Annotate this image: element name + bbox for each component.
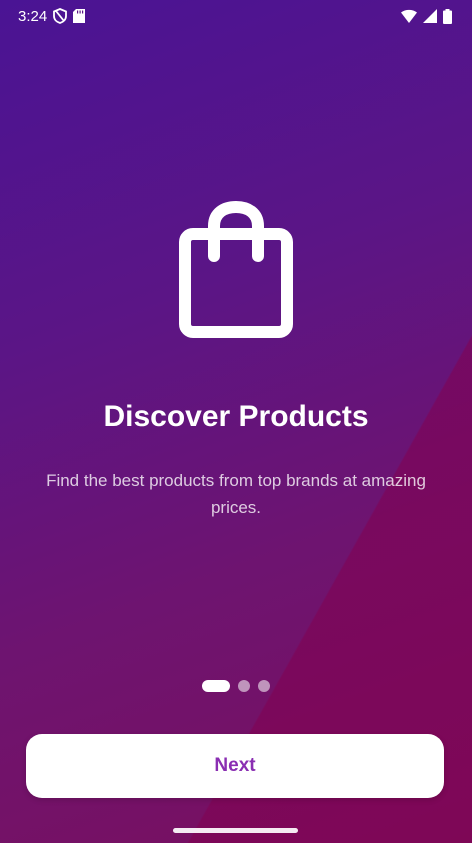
- sd-card-icon: [73, 9, 86, 23]
- status-time: 3:24: [18, 7, 48, 25]
- wifi-icon: [401, 9, 417, 23]
- shopping-bag-icon: [176, 200, 296, 344]
- status-right: [401, 8, 452, 24]
- onboarding-content: Discover Products Find the best products…: [0, 0, 472, 843]
- onboarding-screen: 3:24 Discover Products Find the best pro…: [0, 0, 472, 843]
- onboarding-title: Discover Products: [103, 400, 369, 433]
- next-button[interactable]: Next: [26, 734, 444, 798]
- home-indicator[interactable]: [173, 828, 298, 833]
- signal-icon: [423, 9, 437, 23]
- onboarding-subtitle: Find the best products from top brands a…: [46, 471, 426, 517]
- status-left: 3:24: [18, 7, 86, 25]
- page-dot-3[interactable]: [258, 680, 270, 692]
- page-indicator: [0, 680, 472, 692]
- page-dot-2[interactable]: [238, 680, 250, 692]
- battery-icon: [443, 8, 452, 24]
- shield-icon: [53, 8, 68, 24]
- status-bar: 3:24: [0, 0, 472, 32]
- page-dot-1-active[interactable]: [202, 680, 230, 692]
